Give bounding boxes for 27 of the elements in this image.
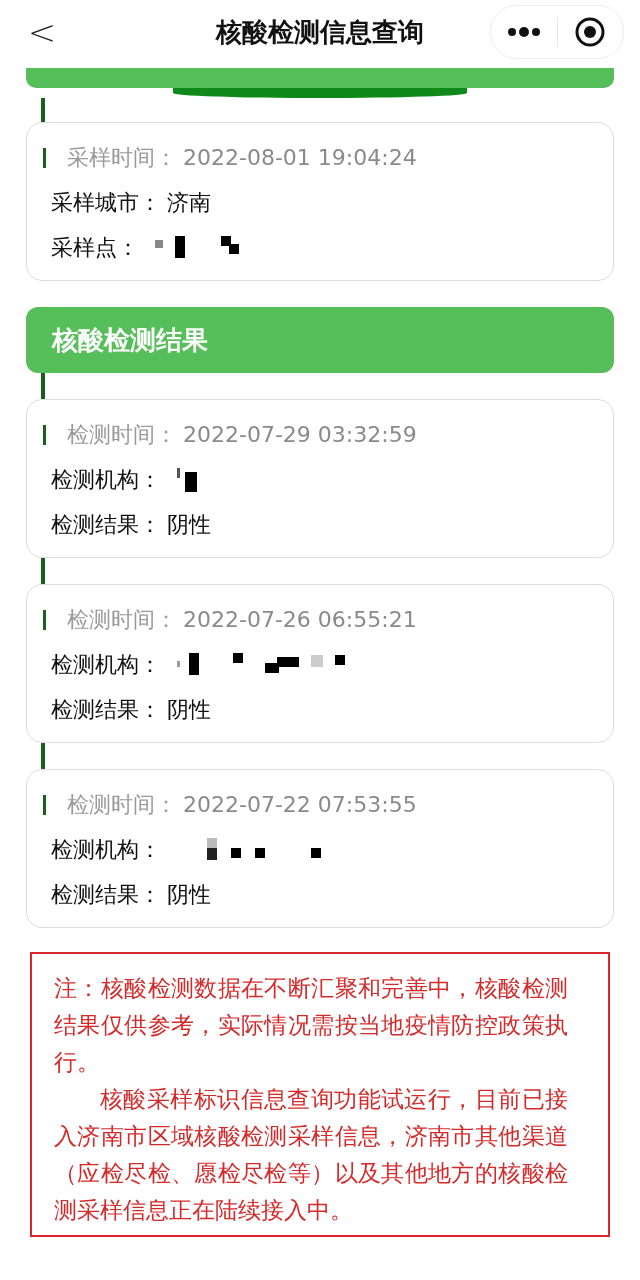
field-value: 2022-07-29 03:32:59 <box>183 422 417 447</box>
field-value: 2022-07-26 06:55:21 <box>183 607 417 632</box>
page-title: 核酸检测信息查询 <box>216 15 424 49</box>
field-label: 检测时间： <box>67 420 177 449</box>
field-label: 检测结果： <box>51 510 161 539</box>
field-label: 检测结果： <box>51 880 161 909</box>
field-label: 检测结果： <box>51 695 161 724</box>
more-icon <box>506 27 541 37</box>
field-value: 济南 <box>167 188 211 217</box>
field-value: 阴性 <box>167 695 211 724</box>
back-button[interactable]: < <box>22 12 62 52</box>
field-value: 阴性 <box>167 880 211 909</box>
field-label: 检测时间： <box>67 790 177 819</box>
field-label: 检测机构： <box>51 650 161 679</box>
close-icon <box>574 16 607 48</box>
field-label: 检测机构： <box>51 835 161 864</box>
notice-text: 核酸采样标识信息查询功能试运行，目前已接入济南市区域核酸检测采样信息，济南市其他渠道（应检尽检、愿检尽检等）以及其他地方的核酸检测采样信息正在陆续接入中。 <box>54 1085 568 1225</box>
field-value: 2022-07-22 07:53:55 <box>183 792 417 817</box>
field-value: 阴性 <box>167 510 211 539</box>
field-label: 采样时间： <box>67 143 177 172</box>
section-title: 核酸检测结果 <box>52 323 208 357</box>
notice-text: 注：核酸检测数据在不断汇聚和完善中，核酸检测结果仅供参考，实际情况需按当地疫情防控政策执行。 <box>54 974 568 1077</box>
field-label: 检测机构： <box>51 465 161 494</box>
field-label: 检测时间： <box>67 605 177 634</box>
field-label: 采样城市： <box>51 188 161 217</box>
field-label: 采样点： <box>51 233 139 262</box>
field-value: 2022-08-01 19:04:24 <box>183 145 417 170</box>
